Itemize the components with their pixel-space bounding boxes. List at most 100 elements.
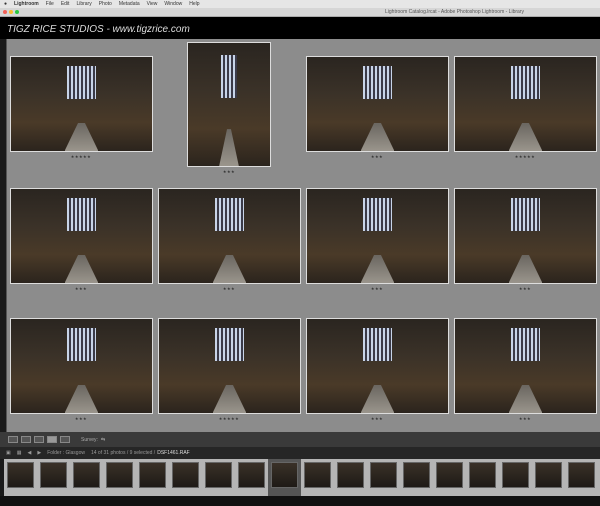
menu-lightroom[interactable]: Lightroom [14, 1, 39, 7]
photo-count: 14 of 31 photos / 9 selected / [90, 450, 156, 456]
grid-view-button[interactable] [8, 436, 18, 443]
loupe-view-button[interactable] [21, 436, 31, 443]
grid-cell[interactable]: ★★★ [155, 185, 303, 315]
photo-thumbnail[interactable] [454, 56, 597, 152]
filmstrip-thumbnail[interactable] [433, 459, 466, 496]
filmstrip[interactable] [4, 459, 600, 496]
back-arrow-icon[interactable]: ◀ [27, 450, 31, 456]
filename: DSF1461.RAF [157, 450, 190, 456]
filmstrip-thumbnail[interactable] [301, 459, 334, 496]
filmstrip-thumbnail[interactable] [334, 459, 367, 496]
filmstrip-thumbnail[interactable] [202, 459, 235, 496]
grid-cell[interactable]: ★★★★★ [7, 39, 155, 169]
filmstrip-thumbnail[interactable] [136, 459, 169, 496]
filmstrip-thumbnail[interactable] [466, 459, 499, 496]
filmstrip-thumbnail[interactable] [400, 459, 433, 496]
menu-view[interactable]: View [147, 1, 158, 7]
title-bar: Lightroom Catalog.lrcat - Adobe Photosho… [0, 8, 600, 17]
photo-thumbnail[interactable] [10, 318, 153, 414]
photo-thumbnail[interactable] [158, 188, 301, 284]
thumbnail-image [205, 462, 232, 488]
compare-view-button[interactable] [34, 436, 44, 443]
star-rating[interactable]: ★★★ [7, 416, 155, 421]
star-rating[interactable]: ★★★ [303, 286, 451, 291]
filmstrip-thumbnail[interactable] [499, 459, 532, 496]
thumbnail-image [502, 462, 529, 488]
forward-arrow-icon[interactable]: ▶ [37, 450, 41, 456]
filmstrip-thumbnail[interactable] [565, 459, 598, 496]
menu-file[interactable]: File [46, 1, 54, 7]
thumbnail-image [469, 462, 496, 488]
filmstrip-thumbnail[interactable] [103, 459, 136, 496]
grid-cell[interactable]: ★★★ [451, 185, 599, 315]
grid-cell[interactable]: ★★★★★ [155, 315, 303, 445]
photo-thumbnail[interactable] [454, 188, 597, 284]
apple-icon[interactable]: ● [4, 1, 7, 7]
photo-thumbnail[interactable] [10, 56, 153, 152]
photo-thumbnail[interactable] [10, 188, 153, 284]
filmstrip-thumbnail[interactable] [4, 459, 37, 496]
filmstrip-thumbnail[interactable] [169, 459, 202, 496]
library-toolbar: Survey: ⇆ [0, 432, 600, 447]
thumbnail-image [535, 462, 562, 488]
grid-cell[interactable]: ★★★ [155, 39, 303, 174]
star-rating[interactable]: ★★★ [7, 286, 155, 291]
grid-cell[interactable]: ★★★★★ [451, 39, 599, 169]
photo-thumbnail[interactable] [454, 318, 597, 414]
star-rating[interactable]: ★★★★★ [155, 416, 303, 421]
menu-library[interactable]: Library [76, 1, 91, 7]
star-rating[interactable]: ★★★ [155, 169, 303, 174]
minimize-button[interactable] [9, 10, 13, 14]
filmstrip-thumbnail[interactable] [367, 459, 400, 496]
grid-cell[interactable]: ★★★ [303, 315, 451, 445]
grid-cell[interactable]: ★★★ [7, 185, 155, 315]
grid-cell[interactable]: ★★★ [303, 185, 451, 315]
grid-cell[interactable]: ★★★ [7, 315, 155, 445]
thumbnail-image [172, 462, 199, 488]
menu-metadata[interactable]: Metadata [119, 1, 140, 7]
star-rating[interactable]: ★★★ [303, 416, 451, 421]
close-button[interactable] [3, 10, 7, 14]
star-rating[interactable]: ★★★★★ [7, 154, 155, 159]
second-window-icon[interactable]: ▣ [6, 450, 11, 456]
survey-view-button[interactable] [47, 436, 57, 443]
thumbnail-image [403, 462, 430, 488]
menu-help[interactable]: Help [189, 1, 199, 7]
grid-icon[interactable]: ▦ [17, 450, 22, 456]
thumbnail-image [304, 462, 331, 488]
filmstrip-thumbnail[interactable] [532, 459, 565, 496]
thumbnail-image [73, 462, 100, 488]
menu-window[interactable]: Window [164, 1, 182, 7]
zoom-button[interactable] [15, 10, 19, 14]
filmstrip-thumbnail[interactable] [70, 459, 103, 496]
photo-thumbnail[interactable] [187, 42, 271, 167]
star-rating[interactable]: ★★★ [451, 286, 599, 291]
star-rating[interactable]: ★★★ [155, 286, 303, 291]
grid-cell[interactable]: ★★★ [303, 39, 451, 169]
filmstrip-thumbnail[interactable] [268, 459, 301, 496]
photo-thumbnail[interactable] [306, 56, 449, 152]
thumbnail-image [568, 462, 595, 488]
thumbnail-image [271, 462, 298, 488]
thumbnail-image [7, 462, 34, 488]
people-view-button[interactable] [60, 436, 70, 443]
thumbnail-image [370, 462, 397, 488]
sort-label: Survey: [81, 436, 98, 443]
photo-grid: ★★★★★ ★★★ ★★★ ★★★★★ ★★★ ★★★ ★★★ ★★★ ★★★ ★★★★★ ★★★ ★… [6, 39, 600, 432]
grid-cell[interactable]: ★★★ [451, 315, 599, 445]
photo-thumbnail[interactable] [306, 188, 449, 284]
menu-photo[interactable]: Photo [99, 1, 112, 7]
survey-arrows[interactable]: ⇆ [101, 437, 105, 443]
photo-thumbnail[interactable] [158, 318, 301, 414]
thumbnail-image [139, 462, 166, 488]
source-label[interactable]: Folder : Glasgow [47, 450, 85, 456]
menu-edit[interactable]: Edit [61, 1, 70, 7]
identity-plate: TIGZ RICE STUDIOS - www.tigzrice.com [0, 17, 600, 39]
photo-thumbnail[interactable] [306, 318, 449, 414]
filmstrip-thumbnail[interactable] [235, 459, 268, 496]
star-rating[interactable]: ★★★★★ [451, 154, 599, 159]
thumbnail-image [106, 462, 133, 488]
star-rating[interactable]: ★★★ [451, 416, 599, 421]
star-rating[interactable]: ★★★ [303, 154, 451, 159]
filmstrip-thumbnail[interactable] [37, 459, 70, 496]
